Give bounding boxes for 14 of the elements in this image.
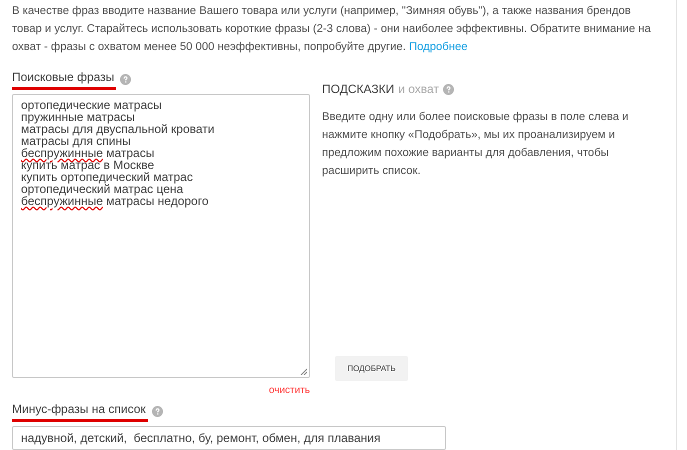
phrases-label: Поисковые фразы [12, 68, 116, 90]
help-icon[interactable] [120, 74, 132, 84]
phrases-field[interactable]: ортопедические матрасы пружинные матрасы матрасы для двуспальной кровати матрасы для спины беспружинные матрасы купить матрас в Москве купить ортопедический матрас ортопедический матрас цена беспружинные матрасы недорого [12, 94, 310, 378]
pick-button[interactable]: ПОДОБРАТЬ [335, 356, 408, 381]
help-icon[interactable] [442, 84, 454, 94]
clear-link[interactable]: очистить [268, 383, 310, 398]
intro-paragraph: В качестве фраз вводите название Вашего товара или услуги (например, "Зимняя обувь"), а также названия брендов товар и услуг. Старайтесь использовать короткие фразы (2-3 слова) - они наиболее эффективны. Обратите внимание на охват - фразы с охватом менее 50 000 неэффективны, попробуйте другие. Подробнее [12, 4, 652, 55]
hints-title: ПОДСКАЗКИ [322, 81, 394, 98]
hints-text: Введите одну или более поисковые фразы в поле слева и нажмите кнопку «Подобрать», мы их проанализируем и предложим похожие варианты для добавления, чтобы расширить список. [322, 110, 630, 179]
help-icon[interactable] [152, 406, 163, 416]
minus-phrases-label: Минус-фразы на список [12, 400, 148, 422]
hints-subtitle: и охват [398, 81, 439, 98]
resize-handle-icon[interactable] [300, 368, 307, 375]
minus-phrases-field[interactable]: надувной, детский, бесплатно, бу, ремонт, обмен, для плавания [12, 426, 446, 450]
